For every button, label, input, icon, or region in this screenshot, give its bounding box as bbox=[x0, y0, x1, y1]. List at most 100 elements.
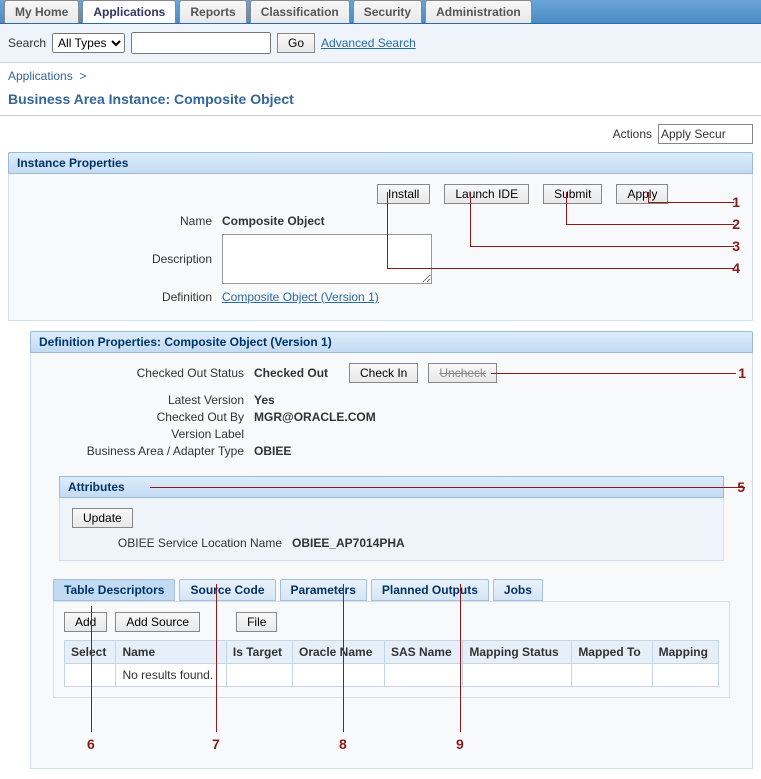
instance-properties-header: Instance Properties bbox=[8, 152, 753, 174]
breadcrumb: Applications > bbox=[0, 63, 761, 89]
callout-line bbox=[91, 606, 92, 732]
lower-buttons: Add Add Source File bbox=[64, 612, 719, 632]
search-type-select[interactable]: All Types bbox=[52, 33, 125, 53]
col-mapped-to[interactable]: Mapped To bbox=[572, 641, 652, 664]
checked-out-by-value: MGR@ORACLE.COM bbox=[254, 410, 376, 424]
callout-8: 8 bbox=[339, 736, 347, 752]
update-button[interactable]: Update bbox=[72, 508, 133, 528]
callout-6: 6 bbox=[87, 736, 95, 752]
latest-version-label: Latest Version bbox=[39, 393, 254, 407]
service-location-label: OBIEE Service Location Name bbox=[72, 536, 292, 550]
actions-label: Actions bbox=[613, 127, 652, 141]
apply-button[interactable]: Apply bbox=[616, 184, 668, 204]
lower-tabs: Table Descriptors Source Code Parameters… bbox=[53, 579, 730, 601]
tab-applications[interactable]: Applications bbox=[82, 0, 176, 23]
breadcrumb-sep: > bbox=[79, 69, 86, 83]
callout-line bbox=[491, 373, 736, 374]
attributes-header: Attributes 5 bbox=[59, 476, 724, 498]
instance-properties-body: Install Launch IDE Submit Apply Name Com… bbox=[8, 174, 753, 321]
definition-link[interactable]: Composite Object (Version 1) bbox=[222, 290, 379, 304]
tab-my-home[interactable]: My Home bbox=[4, 0, 79, 23]
lower-body: Add Add Source File Select Name Is Targe… bbox=[53, 601, 730, 698]
table-header-row: Select Name Is Target Oracle Name SAS Na… bbox=[65, 641, 719, 664]
tab-table-descriptors[interactable]: Table Descriptors bbox=[53, 579, 175, 601]
no-results-cell: No results found. bbox=[116, 664, 226, 687]
attributes-body: Update OBIEE Service Location Name OBIEE… bbox=[59, 498, 724, 561]
description-input[interactable] bbox=[222, 234, 432, 284]
callout-2: 2 bbox=[732, 216, 740, 232]
callout-line bbox=[216, 584, 217, 732]
col-mapping-status[interactable]: Mapping Status bbox=[463, 641, 572, 664]
definition-label: Definition bbox=[17, 290, 222, 304]
check-in-button[interactable]: Check In bbox=[349, 363, 418, 383]
business-area-label: Business Area / Adapter Type bbox=[39, 444, 254, 458]
definition-properties-header: Definition Properties: Composite Object … bbox=[30, 331, 753, 353]
tab-security[interactable]: Security bbox=[353, 0, 422, 23]
callout-3: 3 bbox=[732, 238, 740, 254]
actions-select[interactable]: Apply Secur bbox=[658, 124, 753, 144]
file-button[interactable]: File bbox=[236, 612, 277, 632]
callout-1: 1 bbox=[732, 194, 740, 210]
tab-administration[interactable]: Administration bbox=[425, 0, 532, 23]
search-go-button[interactable]: Go bbox=[277, 33, 315, 53]
definition-properties-body: Checked Out Status Checked Out Check In … bbox=[30, 353, 753, 769]
callout-line bbox=[460, 584, 461, 732]
callout-line bbox=[566, 192, 567, 224]
advanced-search-link[interactable]: Advanced Search bbox=[321, 36, 416, 50]
col-sas-name[interactable]: SAS Name bbox=[384, 641, 462, 664]
tab-planned-outputs[interactable]: Planned Outputs bbox=[371, 579, 489, 601]
table-descriptors-table: Select Name Is Target Oracle Name SAS Na… bbox=[64, 640, 719, 687]
install-button[interactable]: Install bbox=[377, 184, 430, 204]
callout-line bbox=[648, 202, 734, 203]
tab-source-code[interactable]: Source Code bbox=[179, 579, 275, 601]
callout-line bbox=[387, 268, 734, 269]
add-source-button[interactable]: Add Source bbox=[115, 612, 200, 632]
attributes-section: Attributes 5 Update OBIEE Service Locati… bbox=[59, 476, 724, 561]
latest-version-value: Yes bbox=[254, 393, 275, 407]
top-navigation: My Home Applications Reports Classificat… bbox=[0, 0, 761, 24]
checked-out-status-value: Checked Out bbox=[254, 366, 349, 380]
col-mapping[interactable]: Mapping bbox=[652, 641, 718, 664]
page-title: Business Area Instance: Composite Object bbox=[0, 89, 761, 116]
col-name[interactable]: Name bbox=[116, 641, 226, 664]
business-area-value: OBIEE bbox=[254, 444, 291, 458]
callout-line bbox=[470, 192, 471, 246]
callout-line bbox=[387, 192, 388, 268]
instance-action-buttons: Install Launch IDE Submit Apply bbox=[377, 184, 744, 204]
description-label: Description bbox=[17, 252, 222, 266]
tab-reports[interactable]: Reports bbox=[179, 0, 246, 23]
launch-ide-button[interactable]: Launch IDE bbox=[444, 184, 529, 204]
breadcrumb-applications[interactable]: Applications bbox=[8, 69, 73, 83]
version-label-label: Version Label bbox=[39, 427, 254, 441]
name-value: Composite Object bbox=[222, 214, 325, 228]
callout-line bbox=[343, 584, 344, 732]
attributes-header-label: Attributes bbox=[68, 480, 125, 494]
table-row: No results found. bbox=[65, 664, 719, 687]
callout-line bbox=[470, 246, 734, 247]
search-input[interactable] bbox=[131, 32, 271, 54]
service-location-value: OBIEE_AP7014PHA bbox=[292, 536, 405, 550]
search-bar: Search All Types Go Advanced Search bbox=[0, 24, 761, 63]
callout-4: 4 bbox=[732, 260, 740, 276]
col-oracle-name[interactable]: Oracle Name bbox=[292, 641, 384, 664]
name-label: Name bbox=[17, 214, 222, 228]
bottom-callouts: 6 7 8 9 bbox=[53, 698, 730, 758]
callout-7: 7 bbox=[212, 736, 220, 752]
callout-9: 9 bbox=[456, 736, 464, 752]
actions-row: Actions Apply Secur bbox=[0, 116, 761, 152]
definition-properties-section: Definition Properties: Composite Object … bbox=[30, 331, 753, 769]
checked-out-by-label: Checked Out By bbox=[39, 410, 254, 424]
search-label: Search bbox=[8, 36, 46, 50]
submit-button[interactable]: Submit bbox=[543, 184, 602, 204]
uncheck-button[interactable]: Uncheck bbox=[428, 363, 497, 383]
col-is-target[interactable]: Is Target bbox=[226, 641, 292, 664]
tab-classification[interactable]: Classification bbox=[250, 0, 350, 23]
callout-line bbox=[150, 487, 745, 488]
callout-line bbox=[566, 224, 734, 225]
instance-properties-section: Instance Properties Install Launch IDE S… bbox=[8, 152, 753, 321]
add-button[interactable]: Add bbox=[64, 612, 107, 632]
callout-5: 5 bbox=[737, 479, 745, 495]
tab-jobs[interactable]: Jobs bbox=[493, 579, 543, 601]
checked-out-status-label: Checked Out Status bbox=[39, 366, 254, 380]
tab-parameters[interactable]: Parameters bbox=[280, 579, 367, 601]
